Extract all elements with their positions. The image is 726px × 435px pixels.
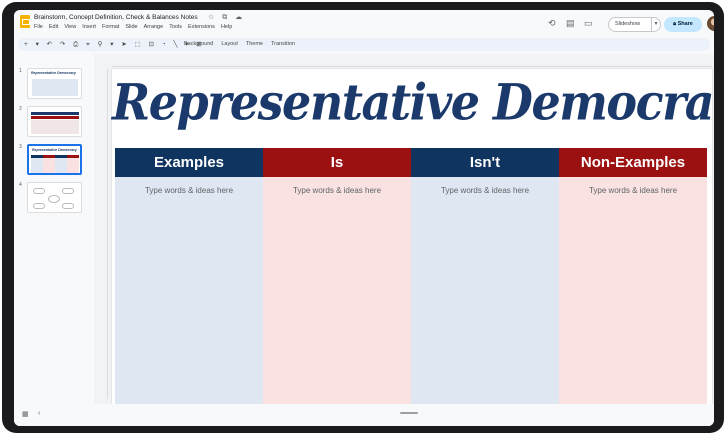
slideshow-button[interactable]: Slideshow xyxy=(608,17,652,32)
menu-insert[interactable]: Insert xyxy=(82,24,96,30)
history-icon[interactable]: ⟲ xyxy=(548,18,556,29)
thumbnail-content xyxy=(62,203,74,209)
slide-number: 4 xyxy=(19,182,22,188)
layout-button[interactable]: Layout xyxy=(221,41,238,47)
slide-thumbnail-2[interactable] xyxy=(27,106,82,137)
transition-button[interactable]: Transition xyxy=(271,41,295,47)
editor-canvas[interactable]: Representative Democracy Examples Type w… xyxy=(94,54,714,407)
placeholder-hint[interactable]: Type words & ideas here xyxy=(559,186,707,195)
menu-tools[interactable]: Tools xyxy=(169,24,182,30)
menu-file[interactable]: File xyxy=(34,24,43,30)
thumbnail-content xyxy=(31,158,79,173)
menu-bar: File Edit View Insert Format Slide Arran… xyxy=(34,24,232,30)
thumbnail-title: Representative Democracy xyxy=(32,148,77,152)
thumbnail-content xyxy=(31,116,79,119)
slides-logo-icon[interactable] xyxy=(20,15,30,28)
toolbar: + ▾ ↶ ↷ ⎙ ⌖ ⚲ ▾ ➤ ⬚ ⊡ ◔ ╲ ▾ ⊞ Background… xyxy=(18,38,710,51)
column-header[interactable]: Isn't xyxy=(411,148,559,177)
frayer-table: Examples Type words & ideas here Is Type… xyxy=(115,148,707,407)
menu-help[interactable]: Help xyxy=(221,24,232,30)
thumbnail-title: Representative Democracy xyxy=(31,71,76,75)
thumbnail-content xyxy=(33,188,45,194)
menu-view[interactable]: View xyxy=(64,24,76,30)
grid-view-icon[interactable]: ▦ xyxy=(22,410,29,418)
column-body[interactable] xyxy=(115,177,263,407)
thumbnail-content xyxy=(62,188,74,194)
thumbnail-content xyxy=(48,195,60,203)
toolbar-labels: Background Layout Theme Transition xyxy=(184,41,295,47)
slide-title[interactable]: Representative Democracy xyxy=(112,73,714,131)
column-isnt: Isn't Type words & ideas here xyxy=(411,148,559,407)
slide[interactable]: Representative Democracy Examples Type w… xyxy=(112,69,714,407)
slide-thumbnail-3[interactable]: Representative Democracy xyxy=(27,144,82,175)
thumbnail-content xyxy=(33,203,45,209)
column-header[interactable]: Non-Examples xyxy=(559,148,707,177)
column-header[interactable]: Is xyxy=(263,148,411,177)
menu-slide[interactable]: Slide xyxy=(125,24,137,30)
speaker-notes-handle[interactable] xyxy=(400,412,418,414)
column-is: Is Type words & ideas here xyxy=(263,148,411,407)
comments-icon[interactable]: ▤ xyxy=(566,18,575,29)
slide-thumbnail-1[interactable]: Representative Democracy xyxy=(27,68,82,99)
placeholder-hint[interactable]: Type words & ideas here xyxy=(411,186,559,195)
thumbnail-content xyxy=(32,79,78,96)
google-slides-window: Brainstorm, Concept Definition, Check & … xyxy=(14,10,714,426)
column-examples: Examples Type words & ideas here xyxy=(115,148,263,407)
thumbnail-content xyxy=(31,120,79,134)
document-title[interactable]: Brainstorm, Concept Definition, Check & … xyxy=(34,14,198,21)
share-button[interactable]: 🔒︎ Share xyxy=(664,17,702,32)
slideshow-dropdown-icon[interactable]: ▾ xyxy=(651,17,661,32)
placeholder-hint[interactable]: Type words & ideas here xyxy=(115,186,263,195)
menu-arrange[interactable]: Arrange xyxy=(144,24,164,30)
slide-number: 3 xyxy=(19,144,22,150)
slide-thumbnail-4[interactable] xyxy=(27,182,82,213)
thumbnail-content xyxy=(31,112,79,115)
toolbar-icons[interactable]: + ▾ ↶ ↷ ⎙ ⌖ ⚲ ▾ ➤ ⬚ ⊡ ◔ ╲ ▾ ⊞ xyxy=(24,40,205,49)
column-body[interactable] xyxy=(263,177,411,407)
column-body[interactable] xyxy=(559,177,707,407)
horizontal-ruler[interactable] xyxy=(112,59,712,67)
column-non-examples: Non-Examples Type words & ideas here xyxy=(559,148,707,407)
menu-edit[interactable]: Edit xyxy=(49,24,58,30)
share-label: Share xyxy=(677,21,693,27)
slide-number: 1 xyxy=(19,68,22,74)
bottom-bar: ▦ ‹ xyxy=(14,404,714,426)
menu-extensions[interactable]: Extensions xyxy=(188,24,215,30)
star-move-cloud-icons[interactable]: ☆ ⧉ ☁ xyxy=(208,13,245,22)
column-header[interactable]: Examples xyxy=(115,148,263,177)
collapse-filmstrip-icon[interactable]: ‹ xyxy=(38,410,40,417)
meet-icon[interactable]: ▭ xyxy=(584,18,593,29)
placeholder-hint[interactable]: Type words & ideas here xyxy=(263,186,411,195)
lock-icon: 🔒︎ xyxy=(673,21,677,27)
slide-filmstrip: 1 Representative Democracy 2 3 Represent… xyxy=(14,54,92,398)
laptop-frame: Brainstorm, Concept Definition, Check & … xyxy=(2,2,724,433)
background-button[interactable]: Background xyxy=(184,41,213,47)
vertical-ruler[interactable] xyxy=(100,69,108,399)
theme-button[interactable]: Theme xyxy=(246,41,263,47)
slide-number: 2 xyxy=(19,106,22,112)
column-body[interactable] xyxy=(411,177,559,407)
menu-format[interactable]: Format xyxy=(102,24,119,30)
avatar[interactable] xyxy=(707,16,714,31)
